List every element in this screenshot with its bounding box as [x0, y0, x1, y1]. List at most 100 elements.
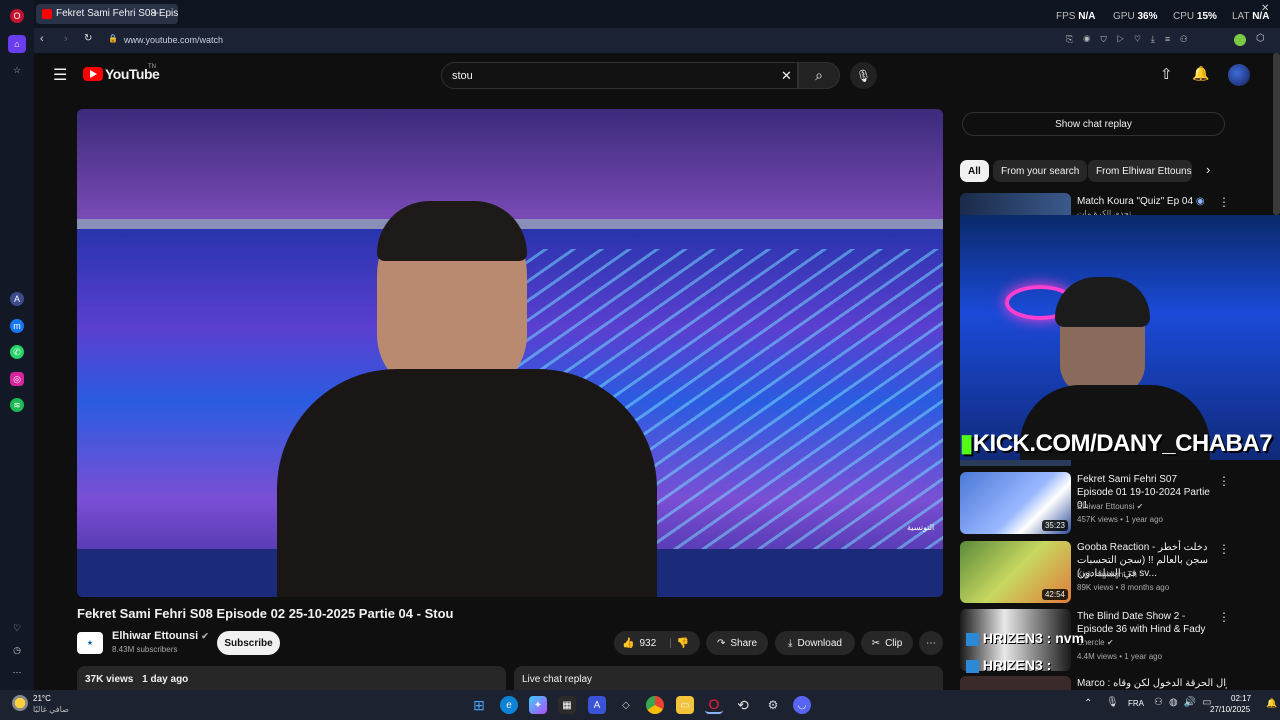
clear-search-icon[interactable]: ✕	[781, 68, 792, 84]
clip-button[interactable]: ✂ Clip	[861, 631, 913, 655]
chrome-icon[interactable]	[646, 696, 664, 714]
rec-title[interactable]: Marco : أهوال الحرقة الدخول لكن وقاه ...	[1077, 677, 1227, 690]
history-icon[interactable]: ◷	[10, 643, 24, 657]
channel-name[interactable]: Elhiwar Ettounsi ✔	[112, 630, 209, 642]
rec-duration: 42:54	[1041, 589, 1068, 600]
chip-all[interactable]: All	[960, 160, 989, 182]
channel-watermark: التونسية	[907, 523, 935, 532]
rec-channel[interactable]: Kick Highlight Tn	[1077, 569, 1137, 580]
rec-title[interactable]: Match Koura "Quiz" Ep 04 ◉	[1077, 195, 1212, 208]
voice-search-button[interactable]: 🎙	[850, 62, 877, 89]
dislike-icon[interactable]: 👎	[677, 638, 689, 649]
description-box[interactable]: 37K views 1 day ago	[77, 666, 506, 690]
language-indicator[interactable]: FRA	[1128, 699, 1144, 708]
notification-bell-icon[interactable]: 🔔	[1266, 698, 1277, 709]
channel-avatar[interactable]: ★	[77, 632, 103, 654]
url-field[interactable]: www.youtube.com/watch	[124, 35, 223, 45]
opera-logo-icon[interactable]: O	[10, 9, 24, 23]
menu-icon[interactable]: ☰	[53, 65, 67, 85]
search-input[interactable]: stou ✕	[441, 62, 798, 89]
windows-start-icon[interactable]: ⊞	[470, 696, 488, 714]
clock-date[interactable]: 27/10/2025	[1210, 705, 1250, 714]
messenger-icon[interactable]: m	[10, 319, 24, 333]
clock-time[interactable]: 02:17	[1231, 694, 1251, 703]
verified-icon: ✔	[1106, 638, 1114, 647]
rec-thumbnail[interactable]: 35:23	[960, 472, 1071, 534]
chevron-right-icon[interactable]: ›	[1206, 162, 1210, 177]
upload-icon[interactable]: ⇧	[1160, 65, 1173, 83]
search-button[interactable]: ⌕	[798, 62, 840, 89]
tab-bar: Fekret Sami Fehri S08 Epis + FPS N/A GPU…	[34, 0, 1280, 28]
video-title: Fekret Sami Fehri S08 Episode 02 25-10-2…	[77, 606, 454, 621]
close-window-icon[interactable]: ✕	[1261, 3, 1269, 14]
back-icon[interactable]: ‹	[40, 33, 44, 45]
chip-from-your-search[interactable]: From your search	[993, 160, 1088, 182]
rec-menu-icon[interactable]: ⋮	[1218, 542, 1230, 556]
microphone-tray-icon[interactable]: 🎙	[1106, 697, 1119, 708]
chat-overlay-line: HRIZEN3 : nvm	[966, 630, 1084, 646]
upload-date: 1 day ago	[142, 674, 189, 685]
youtube-header: ☰ YouTube TN stou ✕ ⌕ 🎙 ⇧ 🔔	[34, 53, 1280, 97]
like-icon[interactable]: 👍	[622, 638, 634, 649]
instagram-icon[interactable]: ◎	[10, 372, 24, 386]
steam-icon[interactable]: ⚙	[764, 696, 782, 714]
more-actions-button[interactable]: ⋯	[919, 631, 943, 655]
aria-icon[interactable]: A	[10, 292, 24, 306]
reload-icon[interactable]: ↻	[84, 33, 92, 44]
rec-menu-icon[interactable]: ⋮	[1218, 474, 1230, 488]
youtube-logo-icon[interactable]	[83, 67, 103, 81]
rec-meta: 4.4M views • 1 year ago	[1077, 652, 1163, 661]
copilot-icon[interactable]: ✦	[529, 696, 547, 714]
more-icon[interactable]: ⋯	[10, 665, 24, 679]
unity-icon[interactable]: ◇	[617, 696, 635, 714]
video-skyline	[77, 109, 943, 219]
verified-icon: ✔	[1136, 502, 1144, 511]
store-icon[interactable]: ▦	[558, 696, 576, 714]
edge-icon[interactable]: e	[500, 696, 518, 714]
heart-icon[interactable]: ♡	[10, 621, 24, 635]
discord-icon[interactable]: ◡	[793, 696, 811, 714]
rec-title[interactable]: The Blind Date Show 2 - Episode 36 with …	[1077, 610, 1212, 636]
weather-icon[interactable]	[12, 695, 28, 711]
download-button[interactable]: ⤓ Download	[775, 631, 855, 655]
rec-channel[interactable]: Elhiwar Ettounsi ✔	[1077, 501, 1143, 512]
forward-icon[interactable]: ›	[64, 33, 68, 45]
tray-icons[interactable]: ⚇◍🔊▭	[1154, 697, 1218, 708]
weather-desc[interactable]: صافي غالبًا	[33, 705, 69, 714]
notifications-icon[interactable]: 🔔	[1192, 65, 1209, 82]
app-icon[interactable]: A	[588, 696, 606, 714]
rec-thumbnail[interactable]: 42:54	[960, 541, 1071, 603]
share-button[interactable]: ↷ Share	[706, 631, 768, 655]
file-explorer-icon[interactable]: ▭	[676, 696, 694, 714]
video-player[interactable]: التونسية	[77, 109, 943, 597]
chip-from-channel[interactable]: From Elhiwar Ettounsi	[1088, 160, 1192, 182]
opera-icon[interactable]: ⟲	[734, 696, 752, 714]
toolbar-icons[interactable]: ⎘◉⛉▷♡⤓≡⚇	[1066, 34, 1197, 45]
avatar[interactable]	[1228, 64, 1250, 86]
verified-badge-icon: ◉	[1195, 196, 1205, 207]
extensions-icon[interactable]: ⬡	[1256, 33, 1265, 44]
rec-thumbnail[interactable]	[960, 676, 1071, 690]
whatsapp-icon[interactable]: ✆	[10, 345, 24, 359]
live-chat-panel[interactable]: Live chat replay	[514, 666, 943, 690]
rec-menu-icon[interactable]: ⋮	[1218, 610, 1230, 624]
cpu-readout: CPU 15%	[1173, 11, 1217, 22]
subscribe-button[interactable]: Subscribe	[217, 631, 280, 655]
rec-menu-icon[interactable]: ⋮	[1218, 195, 1230, 209]
like-count[interactable]: 932	[639, 638, 656, 649]
chevron-up-icon[interactable]: ⌃	[1084, 698, 1092, 709]
person-hair	[377, 201, 527, 261]
opera-gx-icon[interactable]: O	[705, 696, 723, 714]
home-icon[interactable]: ⌂	[8, 35, 26, 53]
page-scrollbar[interactable]	[1273, 53, 1280, 215]
vpn-icon[interactable]	[1234, 34, 1246, 46]
star-icon[interactable]: ☆	[10, 63, 24, 77]
show-chat-replay-button[interactable]: Show chat replay	[962, 112, 1225, 136]
search-value: stou	[452, 70, 473, 82]
spotify-icon[interactable]: ≋	[10, 398, 24, 412]
weather-temp[interactable]: 21°C	[33, 694, 51, 703]
rec-thumbnail[interactable]	[960, 193, 1071, 215]
search-icon: ⌕	[815, 67, 823, 83]
new-tab-icon[interactable]: +	[152, 6, 159, 20]
download-icon: ⤓	[788, 637, 793, 649]
